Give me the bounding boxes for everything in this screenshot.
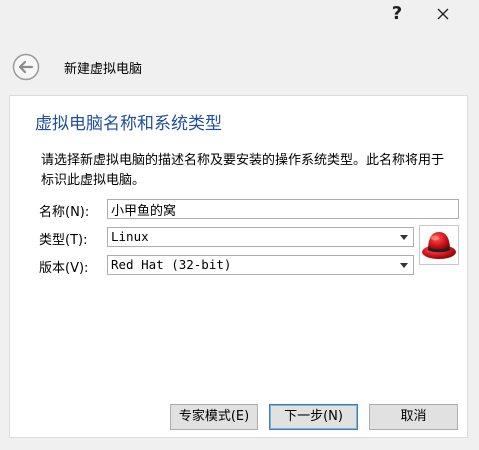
type-label: 类型(T):: [39, 233, 88, 248]
cancel-button[interactable]: 取消: [369, 404, 458, 430]
back-button[interactable]: [12, 53, 40, 81]
version-select[interactable]: Red Hat (32-bit): [107, 255, 414, 275]
type-select-value: Linux: [111, 229, 149, 244]
close-button[interactable]: [420, 1, 465, 27]
name-input[interactable]: [107, 199, 459, 219]
wizard-title: 新建虚拟电脑: [64, 62, 143, 77]
expert-mode-button[interactable]: 专家模式(E): [170, 404, 258, 430]
page-description: 请选择新虚拟电脑的描述名称及要安装的操作系统类型。此名称将用于标识此虚拟电脑。: [41, 153, 445, 188]
wizard-header: 新建虚拟电脑: [0, 46, 479, 88]
page-heading: 虚拟电脑名称和系统类型: [35, 114, 222, 134]
window-titlebar: ?: [0, 0, 479, 30]
os-type-icon: [419, 225, 459, 265]
type-select[interactable]: Linux: [107, 227, 414, 247]
wizard-page: 虚拟电脑名称和系统类型 请选择新虚拟电脑的描述名称及要安装的操作系统类型。此名称…: [9, 95, 468, 438]
close-icon: [437, 8, 448, 19]
version-label: 版本(V):: [39, 261, 89, 276]
red-hat-icon: [422, 232, 456, 259]
back-arrow-icon: [12, 53, 40, 81]
name-label: 名称(N):: [39, 205, 90, 220]
next-button[interactable]: 下一步(N): [269, 404, 358, 430]
chevron-down-icon: [400, 235, 408, 240]
chevron-down-icon: [400, 263, 408, 268]
version-select-value: Red Hat (32-bit): [111, 257, 232, 272]
help-button[interactable]: ?: [388, 2, 406, 26]
